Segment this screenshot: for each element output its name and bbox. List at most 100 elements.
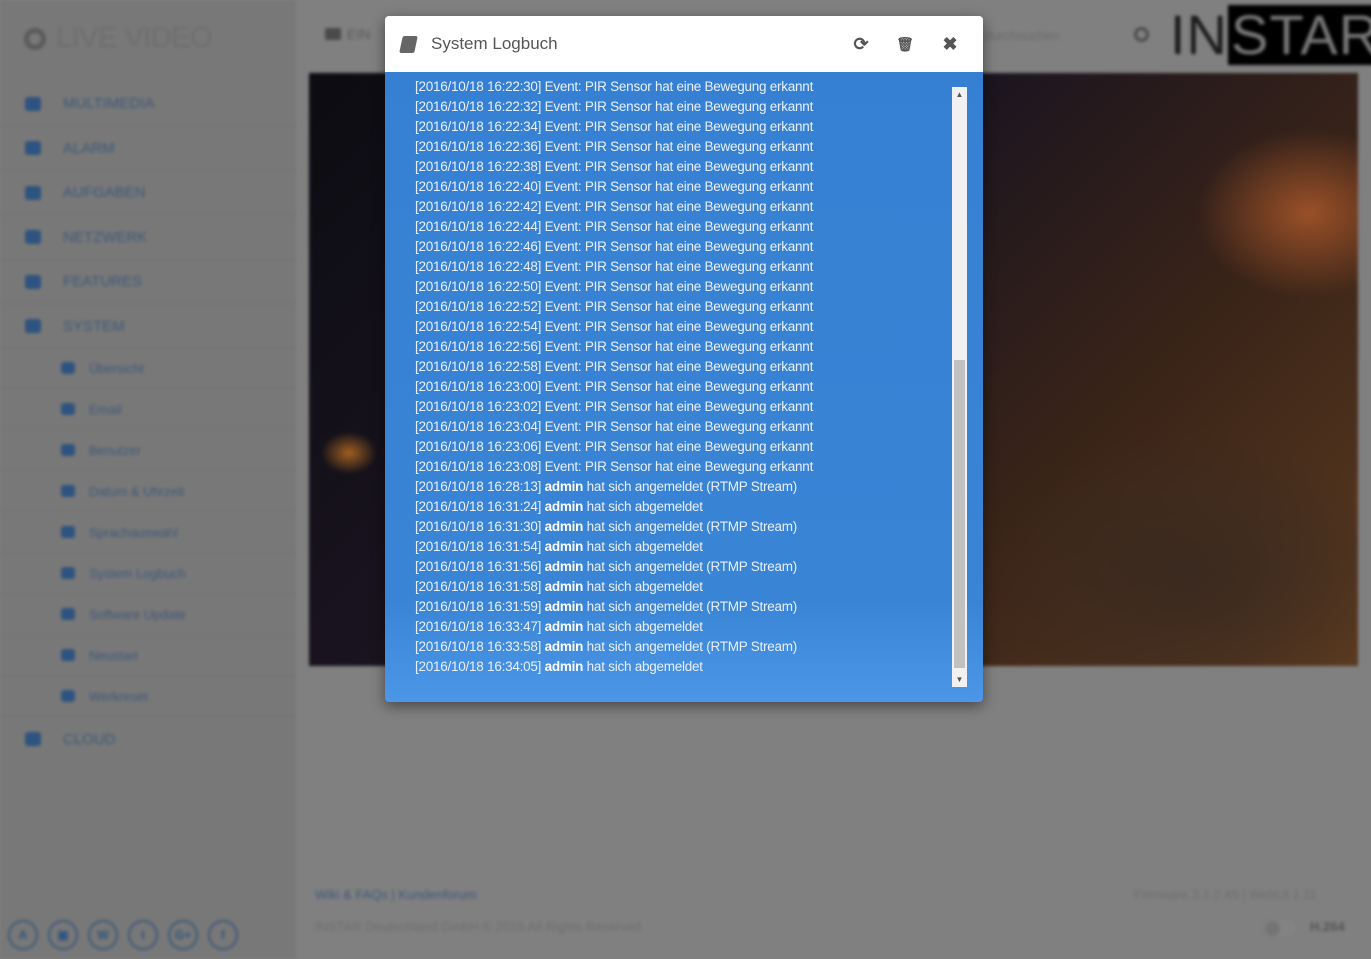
tab-ein[interactable]: EIN [325, 26, 370, 42]
sidebar-subitem[interactable]: Email [0, 389, 296, 430]
close-button[interactable]: ✖ [940, 34, 960, 54]
log-timestamp: [2016/10/18 16:22:58] [415, 359, 542, 374]
log-timestamp: [2016/10/18 16:22:32] [415, 99, 542, 114]
scroll-down-arrow-icon[interactable]: ▼ [952, 672, 967, 687]
sidebar-item-aufgaben[interactable]: AUFGABEN [0, 171, 296, 215]
social-links: A ▣ Wt G+ f [8, 920, 238, 950]
instar-logo: IN STAR [1170, 5, 1371, 65]
log-message: hat sich angemeldet (RTMP Stream) [586, 559, 798, 574]
sidebar-item-label: NETZWERK [63, 228, 148, 246]
sidebar-subitem[interactable]: Sprachauswahl [0, 512, 296, 553]
social-link-icon[interactable]: ▣ [48, 920, 78, 950]
log-view[interactable]: [2016/10/18 16:22:30] Event: PIR Sensor … [385, 80, 945, 692]
sidebar-item-system[interactable]: SYSTEM [0, 305, 296, 349]
sidebar-subitem[interactable]: System Logbuch [0, 553, 296, 594]
log-message: hat sich angemeldet (RTMP Stream) [586, 479, 798, 494]
delete-log-button[interactable]: 🗑 [895, 34, 915, 54]
briefcase-icon [325, 28, 341, 40]
sitemap-icon [25, 230, 41, 244]
log-entry: [2016/10/18 16:22:50] Event: PIR Sensor … [415, 277, 813, 297]
log-message: Event: PIR Sensor hat eine Bewegung erka… [544, 399, 814, 414]
clock-icon [61, 485, 75, 497]
log-message: hat sich angemeldet (RTMP Stream) [586, 519, 798, 534]
sidebar-item-label: Übersicht [89, 360, 144, 376]
sidebar-subitem[interactable]: Datum & Uhrzeit [0, 471, 296, 512]
log-message: Event: PIR Sensor hat eine Bewegung erka… [544, 319, 814, 334]
log-message: Event: PIR Sensor hat eine Bewegung erka… [544, 439, 814, 454]
log-timestamp: [2016/10/18 16:22:30] [415, 80, 542, 94]
copyright: INSTAR Deutschland GmbH © 2016 All Right… [315, 919, 642, 934]
log-scrollbar[interactable]: ▲ ▼ [952, 87, 967, 687]
log-entry: [2016/10/18 16:28:13] admin hat sich ang… [415, 477, 813, 497]
sidebar-subitem[interactable]: Benutzer [0, 430, 296, 471]
sidebar-item-cloud[interactable]: CLOUD [0, 717, 296, 761]
sidebar-item-label: MULTIMEDIA [63, 95, 155, 112]
book-icon [399, 35, 418, 53]
scroll-up-arrow-icon[interactable]: ▲ [952, 87, 967, 102]
log-entry: [2016/10/18 16:31:30] admin hat sich ang… [415, 517, 813, 537]
log-message: Event: PIR Sensor hat eine Bewegung erka… [544, 339, 814, 354]
scroll-thumb[interactable] [954, 360, 965, 668]
log-entry: [2016/10/18 16:22:58] Event: PIR Sensor … [415, 357, 813, 377]
social-link-icon[interactable]: f [208, 920, 238, 950]
log-entry: [2016/10/18 16:23:04] Event: PIR Sensor … [415, 417, 813, 437]
sidebar-item-alarm[interactable]: ALARM [0, 127, 296, 171]
sidebar-item-label: Email [89, 401, 122, 417]
social-link-icon[interactable]: G+ [168, 920, 198, 950]
sidebar-subitem[interactable]: Übersicht [0, 348, 296, 389]
book-icon [61, 567, 75, 579]
sidebar-item-label: System Logbuch [89, 565, 186, 581]
log-message: Event: PIR Sensor hat eine Bewegung erka… [544, 80, 814, 94]
log-message: Event: PIR Sensor hat eine Bewegung erka… [544, 379, 814, 394]
log-entry: [2016/10/18 16:33:47] admin hat sich abg… [415, 617, 813, 637]
codec-label: H.264 [1310, 919, 1345, 934]
film-icon [25, 185, 41, 200]
log-user: admin [544, 659, 584, 674]
log-message: Event: PIR Sensor hat eine Bewegung erka… [544, 219, 814, 234]
log-message: Event: PIR Sensor hat eine Bewegung erka… [544, 359, 814, 374]
sidebar-item-multimedia[interactable]: MULTIMEDIA [0, 82, 296, 126]
log-timestamp: [2016/10/18 16:23:00] [415, 379, 542, 394]
sidebar-subitem[interactable]: Werkreset [0, 676, 296, 717]
sidebar-item-label: CLOUD [63, 730, 116, 748]
log-timestamp: [2016/10/18 16:31:24] [415, 499, 542, 514]
log-entry: [2016/10/18 16:34:05] admin hat sich abg… [415, 657, 813, 677]
log-message: Event: PIR Sensor hat eine Bewegung erka… [544, 199, 814, 214]
search-input[interactable]: durchsuchen [985, 28, 1059, 43]
log-message: Event: PIR Sensor hat eine Bewegung erka… [544, 299, 814, 314]
log-entry: [2016/10/18 16:23:06] Event: PIR Sensor … [415, 437, 813, 457]
refresh-button[interactable]: ⟳ [851, 34, 871, 54]
log-message: hat sich abgemeldet [586, 659, 703, 674]
live-video-logo[interactable]: LIVE VIDEO [24, 22, 213, 55]
user-icon [61, 444, 75, 456]
social-link-icon[interactable]: A [8, 920, 38, 950]
sidebar: LIVE VIDEO MULTIMEDIA ALARM AUFGABEN NETZWE… [0, 0, 296, 959]
log-timestamp: [2016/10/18 16:22:46] [415, 239, 542, 254]
sidebar-item-netzwerk[interactable]: NETZWERK [0, 216, 296, 260]
log-entry: [2016/10/18 16:22:36] Event: PIR Sensor … [415, 137, 813, 157]
log-entry: [2016/10/18 16:23:00] Event: PIR Sensor … [415, 377, 813, 397]
log-entry: [2016/10/18 16:22:42] Event: PIR Sensor … [415, 197, 813, 217]
codec-toggle[interactable] [1262, 918, 1298, 938]
log-message: Event: PIR Sensor hat eine Bewegung erka… [544, 119, 814, 134]
log-message: Event: PIR Sensor hat eine Bewegung erka… [544, 419, 814, 434]
footer-links[interactable]: Wiki & FAQs | Kundenforum [315, 887, 477, 902]
logo-part: IN [1170, 3, 1228, 66]
log-timestamp: [2016/10/18 16:22:48] [415, 259, 542, 274]
social-link-icon[interactable]: t [128, 920, 158, 950]
log-user: admin [544, 519, 584, 534]
log-timestamp: [2016/10/18 16:22:36] [415, 139, 542, 154]
log-message: Event: PIR Sensor hat eine Bewegung erka… [544, 99, 814, 114]
sidebar-subitem[interactable]: Neustart [0, 635, 296, 676]
sidebar-subitem[interactable]: Software Update [0, 594, 296, 635]
log-timestamp: [2016/10/18 16:22:52] [415, 299, 542, 314]
log-timestamp: [2016/10/18 16:33:58] [415, 639, 542, 654]
log-message: hat sich abgemeldet [586, 619, 703, 634]
log-entry: [2016/10/18 16:22:56] Event: PIR Sensor … [415, 337, 813, 357]
refresh-icon [61, 608, 75, 620]
circle-icon [25, 274, 41, 289]
social-link-icon[interactable]: W [88, 920, 118, 950]
search-icon[interactable] [1134, 27, 1149, 42]
globe-icon [61, 526, 75, 538]
sidebar-item-features[interactable]: FEATURES [0, 260, 296, 304]
